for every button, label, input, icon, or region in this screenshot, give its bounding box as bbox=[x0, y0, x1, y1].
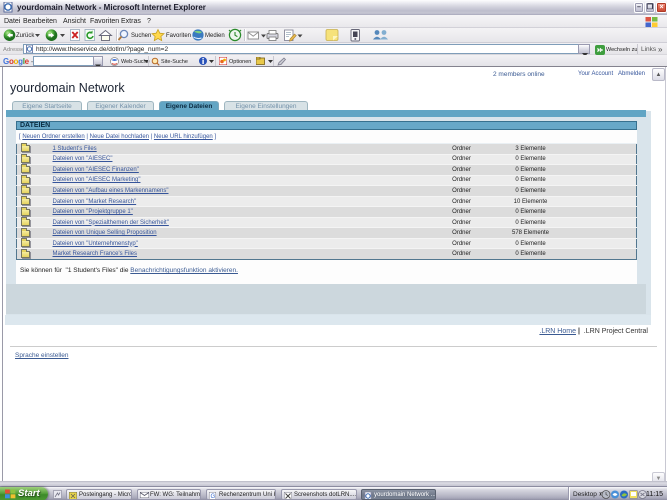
svg-text:G: G bbox=[211, 494, 216, 500]
